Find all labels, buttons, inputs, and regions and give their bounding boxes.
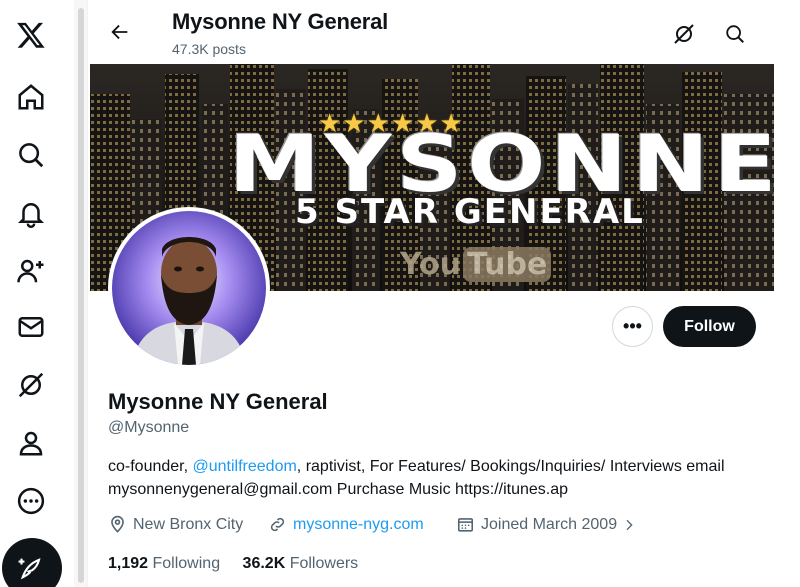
calendar-icon	[457, 518, 474, 532]
user-handle: @Mysonne	[108, 419, 190, 436]
search-button[interactable]	[721, 20, 749, 48]
location-item: New Bronx City	[108, 515, 243, 534]
joined-text: Joined March 2009	[481, 515, 618, 533]
compose-post-icon	[18, 558, 41, 580]
followers-link[interactable]: 36.2K Followers	[243, 555, 359, 572]
bio-mention-link[interactable]: @untilfreedom	[193, 458, 297, 475]
banner-subtitle: 5 STAR GENERAL	[295, 192, 645, 232]
follow-icon[interactable]	[12, 252, 50, 290]
avatar-photo	[112, 211, 266, 365]
arrow-left-icon	[111, 24, 128, 40]
display-name: Mysonne NY General	[108, 389, 328, 414]
more-icon[interactable]	[12, 482, 50, 520]
chevron-right-icon	[626, 519, 633, 530]
link-icon	[270, 517, 285, 532]
grok-header-button[interactable]	[670, 20, 698, 48]
notifications-icon[interactable]	[12, 194, 50, 232]
messages-icon[interactable]	[12, 308, 50, 346]
bio-text-prefix: co-founder,	[108, 458, 193, 475]
following-link[interactable]: 1,192 Following	[108, 555, 220, 572]
youtube-logo: You Tube	[400, 247, 552, 282]
followers-count: 36.2K	[242, 555, 286, 572]
home-icon[interactable]	[12, 78, 50, 116]
followers-label: Followers	[289, 555, 359, 572]
youtube-logo-tube: Tube	[462, 247, 552, 282]
grok-icon[interactable]	[12, 366, 50, 404]
grok-icon	[674, 24, 694, 44]
x-logo-icon[interactable]	[12, 16, 50, 54]
location-text: New Bronx City	[133, 515, 244, 533]
following-label: Following	[152, 555, 221, 572]
header-title: Mysonne NY General	[172, 9, 389, 34]
profile-icon[interactable]	[12, 424, 50, 462]
website-link[interactable]: mysonne-nyg.com	[293, 516, 424, 534]
more-options-button[interactable]: •••	[612, 306, 653, 347]
follow-button[interactable]: Follow	[663, 306, 756, 347]
profile-avatar[interactable]	[108, 207, 270, 369]
website-item[interactable]: mysonne-nyg.com	[268, 515, 424, 534]
profile-header: Mysonne NY General 47.3K posts	[90, 0, 800, 64]
post-count: 47.3K posts	[172, 41, 246, 57]
search-icon	[726, 25, 744, 43]
back-button[interactable]	[106, 18, 134, 46]
left-nav	[0, 0, 62, 587]
scrollbar-thumb[interactable]	[78, 8, 84, 583]
compose-post-button[interactable]	[2, 538, 62, 587]
youtube-logo-you: You	[400, 247, 461, 282]
profile-bio: co-founder, @untilfreedom, raptivist, Fo…	[108, 455, 768, 501]
location-pin-icon	[111, 515, 124, 533]
following-count: 1,192	[108, 555, 149, 572]
follow-counts: 1,192 Following 36.2K Followers	[108, 555, 358, 573]
joined-item[interactable]: Joined March 2009	[456, 515, 643, 534]
explore-icon[interactable]	[12, 136, 50, 174]
